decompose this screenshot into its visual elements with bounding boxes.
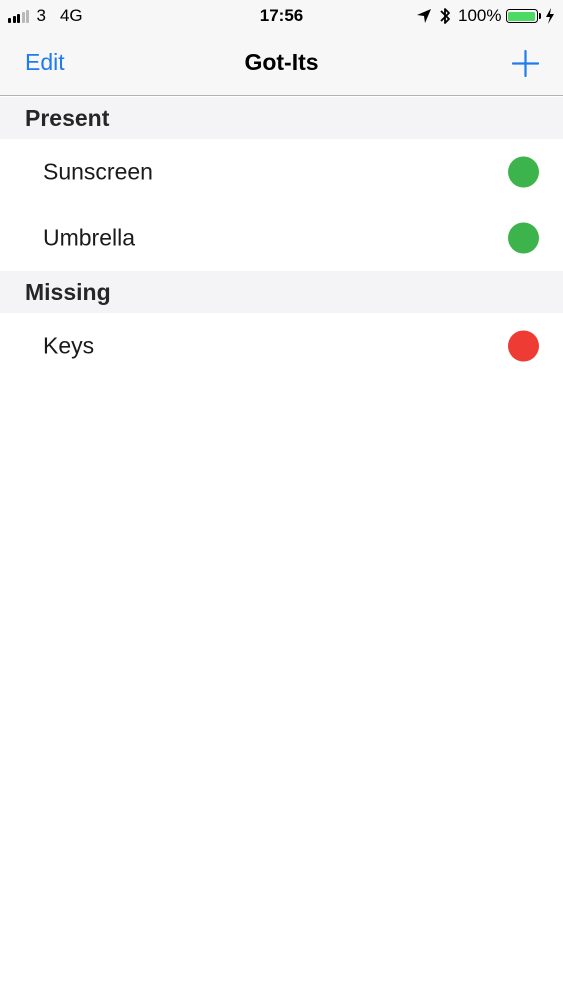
battery-icon: [505, 9, 538, 23]
status-dot-icon: [508, 156, 539, 188]
section-header-missing: Missing: [0, 271, 563, 313]
section-header-present: Present: [0, 97, 563, 139]
item-label: Sunscreen: [43, 158, 153, 185]
battery-percent: 100%: [458, 6, 502, 25]
status-bar: 3 4G 17:56 100%: [0, 0, 563, 32]
battery-level-fill: [508, 11, 535, 21]
list-item[interactable]: Umbrella: [0, 205, 563, 271]
list-item[interactable]: Keys: [0, 313, 563, 379]
list-item[interactable]: Sunscreen: [0, 139, 563, 205]
item-label: Keys: [43, 332, 95, 359]
navigation-bar: Edit Got-Its: [0, 32, 563, 96]
location-arrow-icon: [417, 9, 432, 23]
status-dot-icon: [508, 330, 539, 362]
status-right: 100%: [416, 5, 555, 27]
plus-icon[interactable]: [512, 50, 539, 77]
bluetooth-icon: [440, 8, 450, 24]
page-title: Got-Its: [244, 49, 319, 75]
item-label: Umbrella: [43, 224, 136, 251]
battery-tip: [538, 13, 541, 19]
charging-bolt-icon: [546, 8, 554, 24]
status-dot-icon: [508, 222, 539, 254]
phone-screen: 3 4G 17:56 100% Edit Got-Its Present Sun…: [0, 0, 563, 1000]
